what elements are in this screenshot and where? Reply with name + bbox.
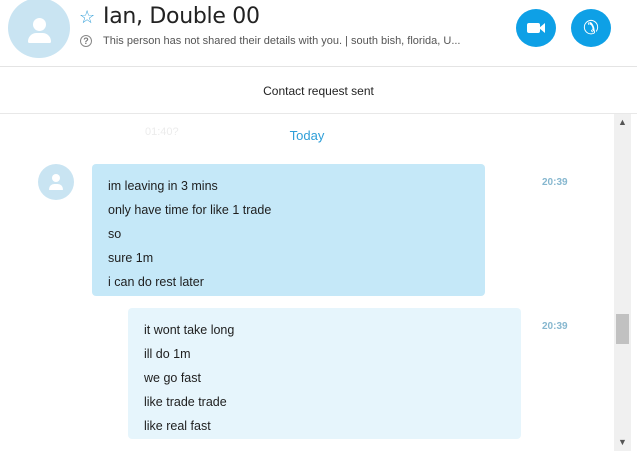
message-list[interactable]: 01:40? Today im leaving in 3 mins only h… (0, 114, 614, 465)
message-line: sure 1m (108, 251, 154, 265)
message-timestamp: 20:39 (542, 177, 568, 188)
favorite-star-icon[interactable]: ☆ (79, 7, 95, 27)
contact-avatar[interactable] (8, 0, 70, 58)
message-line: it wont take long (144, 323, 235, 337)
avatar-body (49, 184, 63, 190)
phone-icon: ✆ (583, 17, 599, 39)
contact-details: This person has not shared their details… (103, 35, 461, 47)
message-line: i can do rest later (108, 275, 204, 289)
contact-request-banner: Contact request sent (0, 67, 637, 114)
message-line: like real fast (144, 419, 211, 433)
scroll-thumb[interactable] (616, 314, 629, 344)
incoming-message-bubble[interactable]: im leaving in 3 mins only have time for … (92, 164, 485, 296)
conversation-header: ☆ Ian, Double 00 ? This person has not s… (0, 0, 637, 67)
avatar-body (28, 33, 51, 43)
video-call-button[interactable] (516, 9, 556, 47)
message-line: im leaving in 3 mins (108, 179, 218, 193)
video-camera-lens-icon (539, 23, 545, 33)
avatar-head (33, 18, 46, 31)
message-line: so (108, 227, 122, 241)
audio-call-button[interactable]: ✆ (571, 9, 611, 47)
chat-scrollbar[interactable]: ▲ ▼ (614, 114, 631, 451)
contact-request-text: Contact request sent (263, 84, 374, 98)
contact-name[interactable]: Ian, Double 00 (103, 4, 260, 29)
message-line: we go fast (144, 371, 201, 385)
message-line: like trade trade (144, 395, 227, 409)
message-line: only have time for like 1 trade (108, 203, 272, 217)
sender-avatar[interactable] (38, 164, 74, 200)
scroll-down-arrow-icon[interactable]: ▼ (614, 434, 631, 451)
outgoing-message-bubble[interactable]: it wont take long ill do 1m we go fast l… (128, 308, 521, 439)
day-separator: Today (289, 128, 325, 143)
help-icon[interactable]: ? (80, 35, 92, 47)
scroll-up-arrow-icon[interactable]: ▲ (614, 114, 631, 131)
message-line: ill do 1m (144, 347, 191, 361)
avatar-head (52, 174, 60, 182)
message-timestamp: 20:39 (542, 321, 568, 332)
